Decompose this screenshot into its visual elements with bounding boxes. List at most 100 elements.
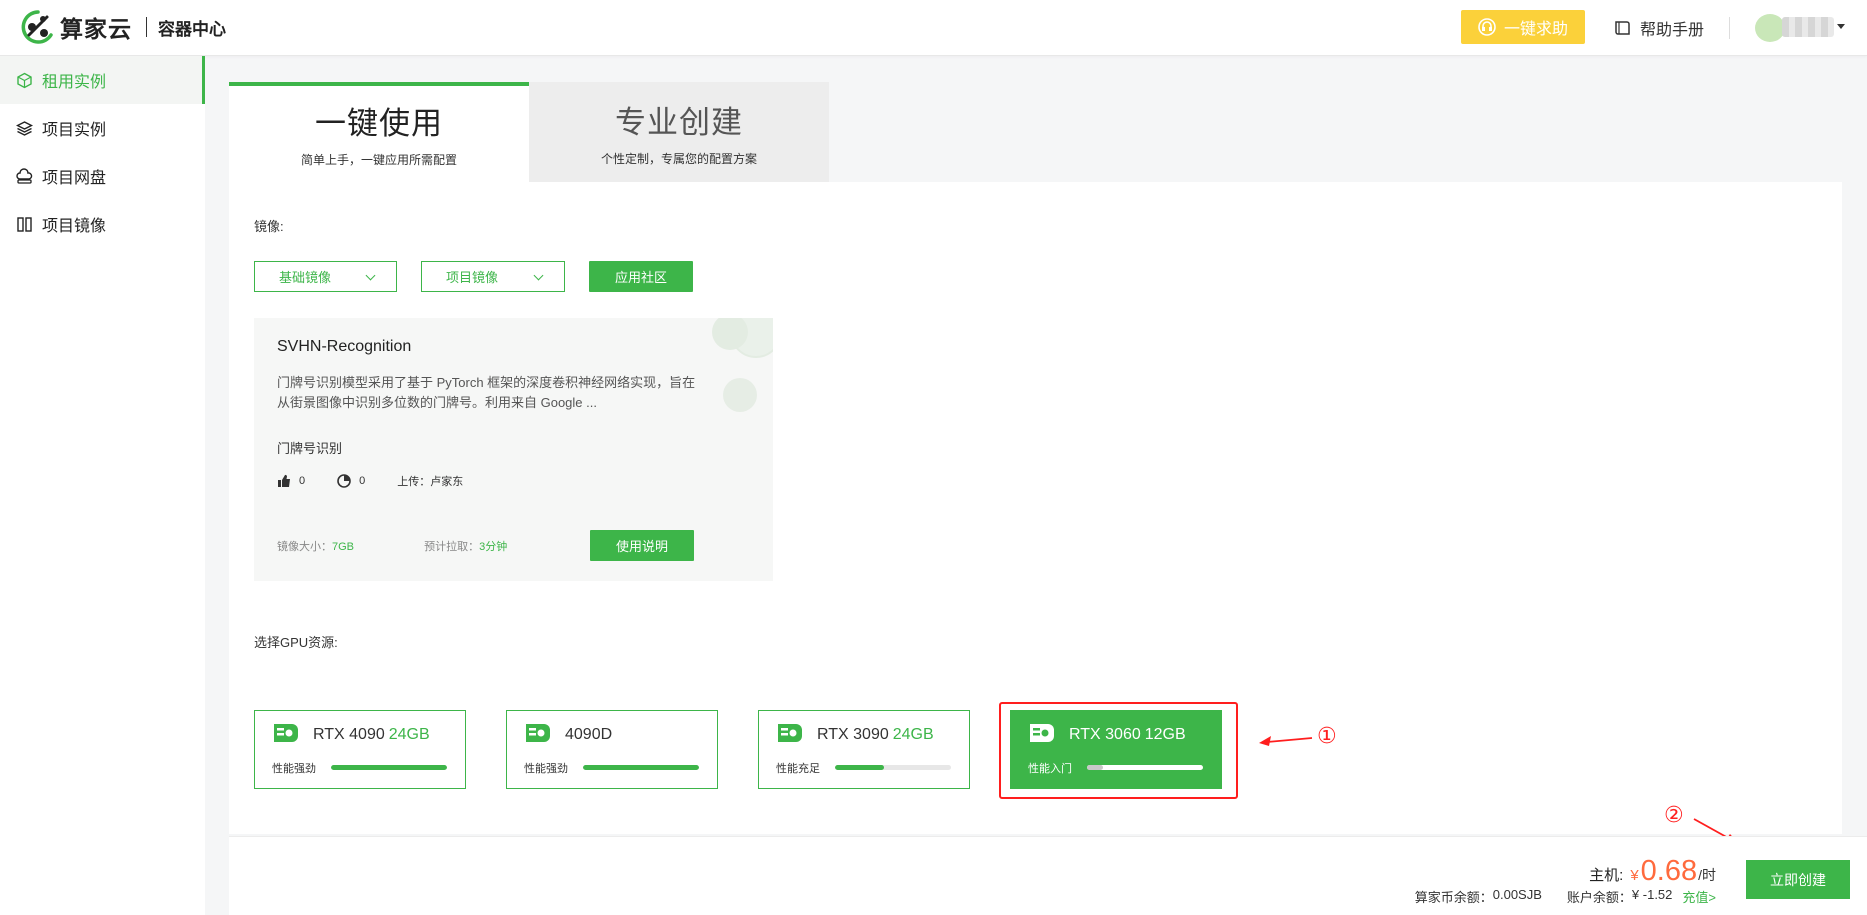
gpu-card-icon	[274, 724, 298, 742]
image-label: 镜像:	[254, 219, 284, 234]
sidebar-item-label: 项目镜像	[42, 218, 107, 235]
pie-chart-icon	[337, 474, 351, 488]
balance-line: 算家币余额： 0.00SJB 账户余额： ¥ -1.52 充值>	[1415, 887, 1716, 906]
performance-bar-fill	[331, 765, 447, 770]
gpu-performance: 性能强劲	[272, 763, 316, 775]
help-label: 一键求助	[1503, 21, 1568, 38]
gpu-card-icon	[778, 724, 802, 742]
pull-value: 3分钟	[479, 541, 508, 553]
sidebar: 租用实例 项目实例 项目网盘 项目镜像	[0, 56, 205, 915]
tab-one-click[interactable]: 一键使用 简单上手，一键应用所需配置	[229, 82, 529, 182]
cube-icon	[17, 72, 32, 88]
tab-title: 专业创建	[615, 105, 743, 140]
tab-subtitle: 简单上手，一键应用所需配置	[300, 153, 457, 167]
gpu-performance: 性能充足	[776, 763, 820, 775]
sidebar-item-label: 项目实例	[42, 122, 107, 139]
gpu-card-icon	[526, 724, 550, 742]
performance-bar	[583, 765, 699, 770]
currency-symbol: ¥	[1630, 867, 1639, 884]
account-balance-value: ¥ -1.52	[1631, 887, 1673, 902]
performance-bar	[835, 765, 951, 770]
tab-subtitle: 个性定制，专属您的配置方案	[600, 152, 757, 166]
image-card-description: 门牌号识别模型采用了基于 PyTorch 框架的深度卷积神经网络实现，旨在从街景…	[277, 375, 696, 410]
performance-bar	[331, 765, 447, 770]
sidebar-item-project-image[interactable]: 项目镜像	[0, 200, 205, 248]
pull-label: 预计拉取：	[424, 541, 480, 553]
uploader: 上传：卢家东	[397, 476, 464, 488]
decor-circle	[730, 318, 773, 358]
annotation-step-1: ①	[1317, 723, 1337, 748]
annotation-arrow-icon	[1259, 736, 1313, 746]
headset-icon	[1478, 18, 1496, 36]
sidebar-item-label: 项目网盘	[42, 170, 107, 187]
chevron-down-icon	[533, 270, 544, 281]
account-balance-label: 账户余额：	[1566, 890, 1632, 905]
gpu-option-4090d[interactable]: 4090D 性能强劲	[506, 710, 718, 789]
chevron-down-icon	[365, 270, 376, 281]
coin-balance-label: 算家币余额：	[1414, 890, 1493, 905]
caret-down-icon[interactable]	[1837, 24, 1845, 29]
host-label: 主机:	[1589, 867, 1624, 884]
recharge-link[interactable]: 充值>	[1682, 887, 1716, 906]
project-image-dropdown[interactable]: 项目镜像	[421, 261, 565, 292]
bottom-bar: 主机: ¥ 0.68 /时 算家币余额： 0.00SJB 账户余额： ¥ -1.…	[229, 836, 1867, 915]
cloud-drive-icon	[16, 167, 33, 184]
gpu-name: RTX 3090 24GB	[817, 726, 934, 744]
base-image-dropdown[interactable]: 基础镜像	[254, 261, 397, 292]
tab-pro-create[interactable]: 专业创建 个性定制，专属您的配置方案	[529, 82, 829, 182]
price-line: 主机: ¥ 0.68 /时	[1589, 855, 1716, 888]
logo-divider	[146, 17, 147, 37]
sidebar-item-project-instance[interactable]: 项目实例	[0, 104, 205, 152]
coin-balance-value: 0.00SJB	[1492, 887, 1542, 902]
decor-circle	[723, 378, 757, 412]
one-click-help-button[interactable]: 一键求助	[1461, 10, 1585, 44]
gpu-option-rtx3090[interactable]: RTX 3090 24GB 性能充足	[758, 710, 970, 789]
help-manual-link[interactable]: 帮助手册	[1614, 16, 1704, 40]
book-icon	[1615, 21, 1630, 35]
gpu-memory: 24GB	[388, 726, 430, 743]
create-now-button[interactable]: 立即创建	[1746, 860, 1850, 899]
gpu-model: RTX 3090	[817, 726, 889, 743]
sidebar-item-label: 租用实例	[42, 74, 107, 91]
thumbs-up-icon[interactable]	[277, 474, 291, 488]
dropdown-label: 项目镜像	[446, 270, 499, 285]
gpu-performance: 性能强劲	[524, 763, 568, 775]
header-divider	[1729, 17, 1730, 39]
top-header: 算家云 容器中心 一键求助 帮助手册	[0, 0, 1867, 56]
size-value: 7GB	[332, 541, 355, 553]
uses-count: 0	[359, 475, 366, 487]
layers-icon	[16, 120, 33, 136]
avatar[interactable]	[1755, 14, 1785, 42]
price-value: 0.68	[1640, 855, 1698, 887]
gpu-name: RTX 4090 24GB	[313, 726, 430, 744]
brand-subtitle: 容器中心	[158, 19, 226, 39]
usage-guide-button[interactable]: 使用说明	[590, 530, 694, 561]
image-card-footer: 镜像大小：7GB 预计拉取：3分钟	[277, 538, 507, 554]
image-card-tag: 门牌号识别	[277, 441, 343, 456]
price-unit: /时	[1698, 867, 1716, 883]
gpu-option-rtx4090[interactable]: RTX 4090 24GB 性能强劲	[254, 710, 466, 789]
logo[interactable]: 算家云 容器中心	[18, 9, 226, 45]
gpu-label: 选择GPU资源:	[254, 635, 338, 650]
image-card-title: SVHN-Recognition	[277, 338, 412, 355]
size-label: 镜像大小：	[277, 541, 332, 553]
dropdown-label: 基础镜像	[279, 270, 332, 285]
brand-logo-icon	[21, 10, 53, 44]
tab-title: 一键使用	[315, 106, 443, 141]
image-card[interactable]: SVHN-Recognition 门牌号识别模型采用了基于 PyTorch 框架…	[254, 318, 773, 581]
gpu-model: RTX 4090	[313, 726, 385, 743]
manual-label: 帮助手册	[1640, 22, 1705, 39]
sidebar-item-project-drive[interactable]: 项目网盘	[0, 152, 205, 200]
brand-name: 算家云	[60, 16, 132, 42]
username-redacted[interactable]	[1782, 17, 1834, 37]
performance-bar-fill	[835, 765, 884, 770]
sidebar-item-rent-instance[interactable]: 租用实例	[0, 56, 205, 104]
gpu-name: 4090D	[565, 726, 616, 744]
app-community-button[interactable]: 应用社区	[589, 261, 693, 292]
image-card-stats: 0 0 上传：卢家东	[277, 473, 463, 489]
gpu-memory: 24GB	[892, 726, 934, 743]
annotation-step-2: ②	[1664, 802, 1684, 827]
mirror-icon	[17, 216, 32, 232]
likes-count: 0	[299, 475, 306, 487]
gpu-model: 4090D	[565, 726, 613, 743]
